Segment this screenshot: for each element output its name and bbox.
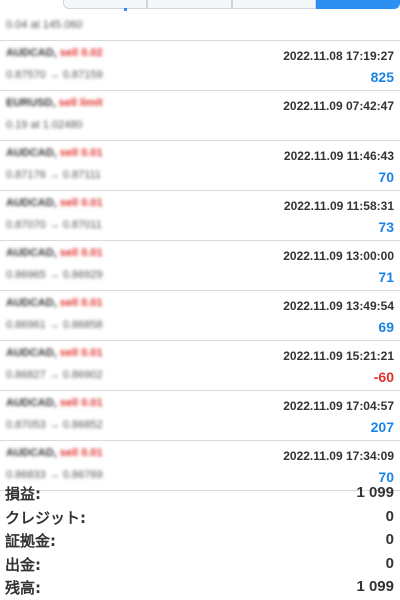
trade-symbol: AUDCAD,	[6, 247, 57, 259]
list-item[interactable]: AUDCAD, sell 0.01 0.86961 → 0.86858 2022.1…	[0, 291, 400, 341]
list-item[interactable]: AUDCAD, sell 0.01 0.86965 → 0.86929 2022.1…	[0, 241, 400, 291]
trade-profit: 70	[378, 169, 394, 185]
list-item[interactable]: AUDCAD, sell 0.01 0.86827 → 0.86902 2022.1…	[0, 341, 400, 391]
account-summary: 損益: 1 099 クレジット: 0 証拠金: 0 出金: 0 残高: 1 099	[0, 481, 400, 599]
trade-title: EURUSD, sell limit	[6, 97, 103, 109]
trade-title: AUDCAD, sell 0.01	[6, 147, 103, 159]
trade-order-type: sell 0.02	[59, 47, 103, 59]
trade-order-type: sell 0.01	[59, 347, 103, 359]
trade-symbol: AUDCAD,	[6, 447, 57, 459]
trade-order-type: sell 0.01	[59, 197, 103, 209]
trade-symbol: AUDCAD,	[6, 197, 57, 209]
trade-title: AUDCAD, sell 0.01	[6, 247, 103, 259]
trade-detail: 0.04 at 145.060	[6, 19, 83, 31]
summary-label: 出金:	[5, 555, 41, 574]
trade-order-type: sell 0.01	[59, 247, 103, 259]
trade-profit: 69	[378, 319, 394, 335]
trade-order-type: sell limit	[58, 97, 103, 109]
trade-time: 2022.11.09 11:58:31	[283, 199, 394, 213]
summary-row: 証拠金: 0	[0, 528, 400, 552]
trade-time: 2022.11.09 11:46:43	[283, 149, 394, 163]
tab-positions[interactable]	[63, 0, 148, 9]
trade-order-type: sell 0.01	[59, 297, 103, 309]
trade-profit: 207	[370, 419, 394, 435]
history-list: 0.04 at 145.060 AUDCAD, sell 0.02 0.87570…	[0, 10, 400, 491]
tab-history[interactable]	[315, 0, 400, 9]
trade-profit: 71	[378, 269, 394, 285]
summary-row: 出金: 0	[0, 552, 400, 576]
trade-symbol: AUDCAD,	[6, 397, 57, 409]
list-item[interactable]: AUDCAD, sell 0.01 0.87176 → 0.87111 2022.1…	[0, 141, 400, 191]
tab-orders[interactable]	[147, 0, 232, 9]
trade-order-type: sell 0.01	[59, 447, 103, 459]
summary-value: 0	[385, 554, 394, 572]
trade-time: 2022.11.08 17:19:27	[283, 49, 394, 63]
trade-time: 2022.11.09 15:21:21	[283, 349, 394, 363]
trade-time: 2022.11.09 17:04:57	[283, 399, 394, 413]
trade-detail: 0.86827 → 0.86902	[6, 369, 103, 381]
trade-symbol: AUDCAD,	[6, 147, 57, 159]
list-item[interactable]: AUDCAD, sell 0.01 0.87070 → 0.87011 2022.1…	[0, 191, 400, 241]
trade-time: 2022.11.09 13:49:54	[283, 299, 394, 313]
trade-profit: 825	[370, 69, 394, 85]
trade-title: AUDCAD, sell 0.01	[6, 347, 103, 359]
summary-row: 損益: 1 099	[0, 481, 400, 505]
trade-symbol: EURUSD,	[6, 97, 56, 109]
trade-order-type: sell 0.01	[59, 397, 103, 409]
trade-detail: 0.86833 → 0.86769	[6, 469, 103, 481]
trade-order-type: sell 0.01	[59, 147, 103, 159]
trade-time: 2022.11.09 13:00:00	[283, 249, 394, 263]
trade-profit: -60	[373, 369, 394, 385]
summary-value: 0	[385, 507, 394, 525]
trade-detail: 0.87570 → 0.87159	[6, 69, 103, 81]
summary-label: クレジット:	[5, 508, 86, 527]
summary-value: 0	[385, 531, 394, 548]
trade-detail: 0.86961 → 0.86858	[6, 319, 103, 331]
summary-value: 1 099	[356, 484, 394, 501]
trade-title: AUDCAD, sell 0.01	[6, 447, 103, 459]
summary-label: 損益:	[5, 485, 41, 503]
trade-symbol: AUDCAD,	[6, 47, 57, 59]
trade-time: 2022.11.09 07:42:47	[283, 99, 394, 113]
trade-time: 2022.11.09 17:34:09	[283, 449, 394, 463]
summary-label: 証拠金:	[5, 532, 56, 550]
trade-title: AUDCAD, sell 0.02	[6, 47, 103, 59]
list-item[interactable]: AUDCAD, sell 0.01 0.87053 → 0.86852 2022.1…	[0, 391, 400, 441]
trade-detail: 0.19 at 1.02480	[6, 119, 83, 131]
list-item[interactable]: 0.04 at 145.060	[0, 10, 400, 41]
tab-bar	[63, 0, 400, 9]
trade-title: AUDCAD, sell 0.01	[6, 297, 103, 309]
trade-title: AUDCAD, sell 0.01	[6, 197, 103, 209]
summary-row: 残高: 1 099	[0, 575, 400, 599]
trade-symbol: AUDCAD,	[6, 347, 57, 359]
summary-value: 1 099	[356, 578, 394, 595]
summary-row: クレジット: 0	[0, 505, 400, 529]
summary-label: 残高:	[5, 579, 41, 597]
trade-symbol: AUDCAD,	[6, 297, 57, 309]
list-item[interactable]: EURUSD, sell limit 0.19 at 1.02480 2022.11…	[0, 91, 400, 141]
trade-detail: 0.87176 → 0.87111	[6, 169, 102, 181]
tab-deals[interactable]	[231, 0, 316, 9]
trade-detail: 0.87070 → 0.87011	[6, 219, 102, 231]
trade-detail: 0.86965 → 0.86929	[6, 269, 103, 281]
trade-detail: 0.87053 → 0.86852	[6, 419, 103, 431]
trade-title: AUDCAD, sell 0.01	[6, 397, 103, 409]
trade-profit: 73	[378, 219, 394, 235]
list-item[interactable]: AUDCAD, sell 0.02 0.87570 → 0.87159 2022.1…	[0, 41, 400, 91]
